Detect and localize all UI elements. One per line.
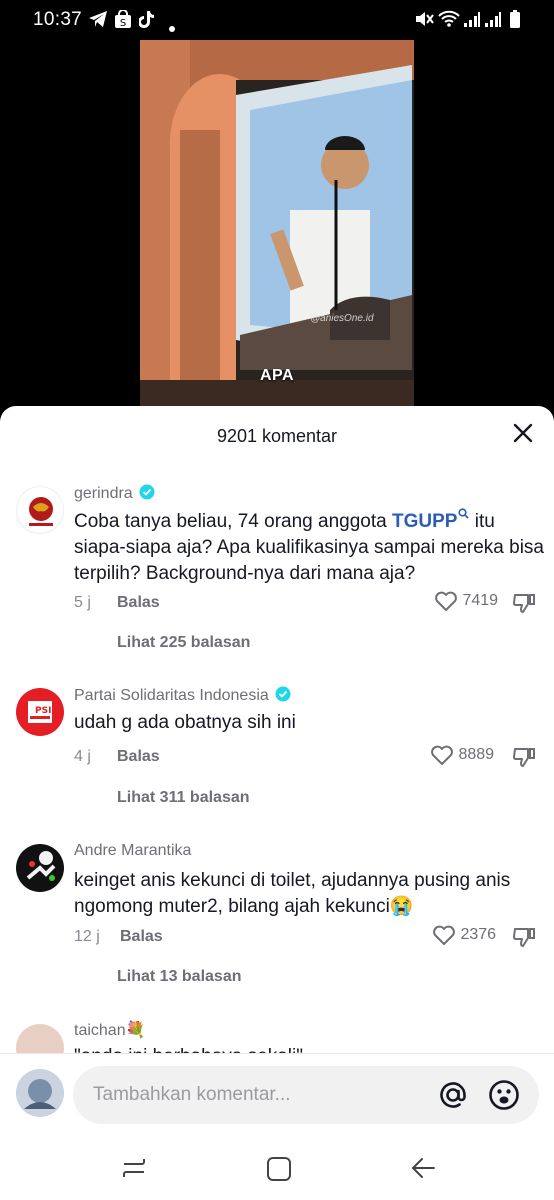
comment-input-placeholder: Tambahkan komentar... — [93, 1084, 291, 1105]
video-watermark: @aniesOne.id — [310, 313, 374, 324]
avatar[interactable] — [16, 844, 64, 892]
like-button[interactable]: 8889 — [430, 744, 494, 766]
comment-item: taichan💐 "anda ini berbahaya sekali" — [0, 1016, 554, 1053]
reply-button[interactable]: Balas — [117, 594, 160, 612]
telegram-icon — [88, 10, 108, 34]
like-button[interactable]: 7419 — [434, 590, 498, 612]
dislike-icon[interactable] — [512, 592, 536, 619]
comment-text: keinget anis kekunci di toilet, ajudanny… — [74, 870, 511, 917]
avatar[interactable] — [16, 1024, 64, 1053]
comment-username[interactable]: taichan💐 — [74, 1020, 146, 1040]
dislike-icon[interactable] — [512, 926, 536, 953]
like-button[interactable]: 2376 — [432, 924, 496, 946]
status-bar: 10:37 S — [0, 0, 554, 40]
comment-time: 12 j — [74, 928, 100, 945]
view-replies-button[interactable]: Lihat 311 balasan — [117, 789, 250, 807]
verified-icon — [139, 484, 155, 500]
svg-text:S: S — [120, 18, 126, 29]
comment-input-bar: Tambahkan komentar... — [0, 1053, 554, 1133]
search-icon — [458, 508, 470, 519]
video-caption: APA — [259, 367, 295, 384]
avatar[interactable] — [16, 486, 64, 534]
dislike-icon[interactable] — [512, 746, 536, 773]
home-icon[interactable] — [266, 1156, 292, 1187]
my-avatar[interactable] — [16, 1069, 64, 1117]
view-replies-button[interactable]: Lihat 225 balasan — [117, 634, 250, 652]
battery-icon — [509, 10, 521, 34]
comment-input[interactable]: Tambahkan komentar... — [73, 1066, 539, 1124]
like-count: 7419 — [462, 592, 499, 610]
heart-icon — [435, 591, 457, 611]
comment-username[interactable]: gerindra — [74, 484, 155, 503]
comment-text: "anda ini berbahaya sekali" — [74, 1044, 544, 1053]
hashtag-link[interactable]: TGUPP — [392, 508, 470, 532]
shop-icon: S — [114, 9, 132, 35]
status-time: 10:37 — [33, 9, 83, 30]
back-icon[interactable] — [410, 1156, 436, 1185]
heart-icon — [431, 745, 453, 765]
mute-icon — [414, 10, 434, 34]
like-count: 8889 — [458, 746, 495, 764]
reply-button[interactable]: Balas — [117, 748, 160, 766]
avatar[interactable]: PSI — [16, 688, 64, 736]
like-count: 2376 — [460, 926, 497, 944]
signal-icon-1 — [463, 10, 481, 34]
signal-icon-2 — [484, 10, 502, 34]
comment-time: 5 j — [74, 594, 91, 611]
close-icon[interactable] — [512, 422, 534, 444]
comment-username[interactable]: Partai Solidaritas Indonesia — [74, 686, 291, 705]
comment-username[interactable]: Andre Marantika — [74, 842, 191, 860]
tiktok-icon — [138, 10, 155, 35]
notification-dot-icon — [169, 16, 175, 38]
heart-icon — [433, 925, 455, 945]
svg-text:PSI: PSI — [35, 706, 51, 716]
verified-icon — [275, 686, 291, 702]
comment-text: udah g ada obatnya sih ini — [74, 712, 296, 733]
comments-count-title: 9201 komentar — [216, 426, 338, 446]
comment-time: 4 j — [74, 748, 91, 765]
recent-apps-icon[interactable] — [121, 1156, 147, 1185]
mention-icon[interactable] — [438, 1080, 468, 1115]
video-frame — [140, 40, 414, 410]
video-player[interactable]: @aniesOne.id APA — [140, 40, 414, 410]
emoji-icon[interactable] — [488, 1079, 520, 1116]
comment-text: Coba tanya beliau, 74 orang anggota TGUP… — [74, 508, 544, 587]
system-nav-bar — [0, 1133, 554, 1200]
wifi-icon — [438, 10, 460, 34]
reply-button[interactable]: Balas — [120, 928, 163, 946]
view-replies-button[interactable]: Lihat 13 balasan — [117, 968, 242, 986]
